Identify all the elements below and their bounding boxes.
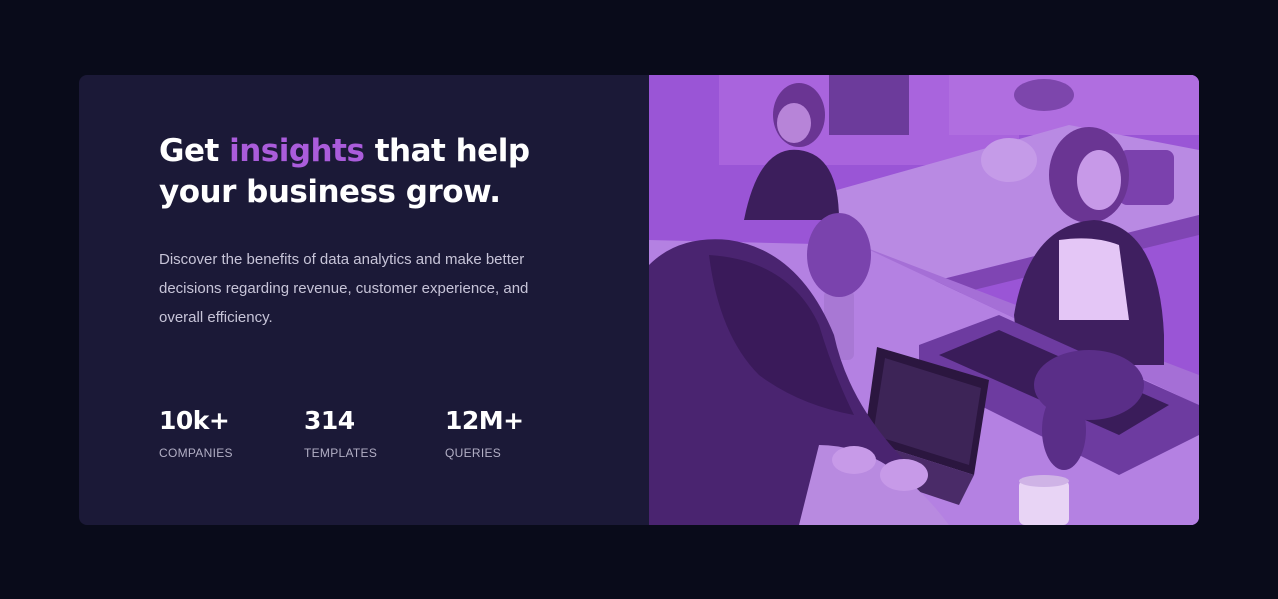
- description: Discover the benefits of data analytics …: [159, 251, 529, 326]
- stat-value: 314: [304, 406, 355, 435]
- page-title: Get insights that help your business gro…: [159, 131, 579, 213]
- stat-label: TEMPLATES: [304, 446, 378, 460]
- stats-preview-card: Get insights that help your business gro…: [79, 75, 1199, 525]
- office-photo-image: [649, 75, 1199, 525]
- heading-text-start: Get: [159, 133, 230, 169]
- stat-label: COMPANIES: [159, 446, 233, 460]
- stat-label: QUERIES: [445, 446, 502, 460]
- stat-queries: 12M+ QUERIES: [445, 405, 524, 460]
- heading-accent: insights: [229, 133, 365, 169]
- stat-templates: 314 TEMPLATES: [304, 405, 377, 460]
- stat-value: 10k+: [159, 406, 230, 435]
- stat-value: 12M+: [445, 406, 524, 435]
- office-photo-illustration: [649, 75, 1199, 525]
- stat-companies: 10k+ COMPANIES: [159, 405, 233, 460]
- card-content: Get insights that help your business gro…: [159, 75, 579, 525]
